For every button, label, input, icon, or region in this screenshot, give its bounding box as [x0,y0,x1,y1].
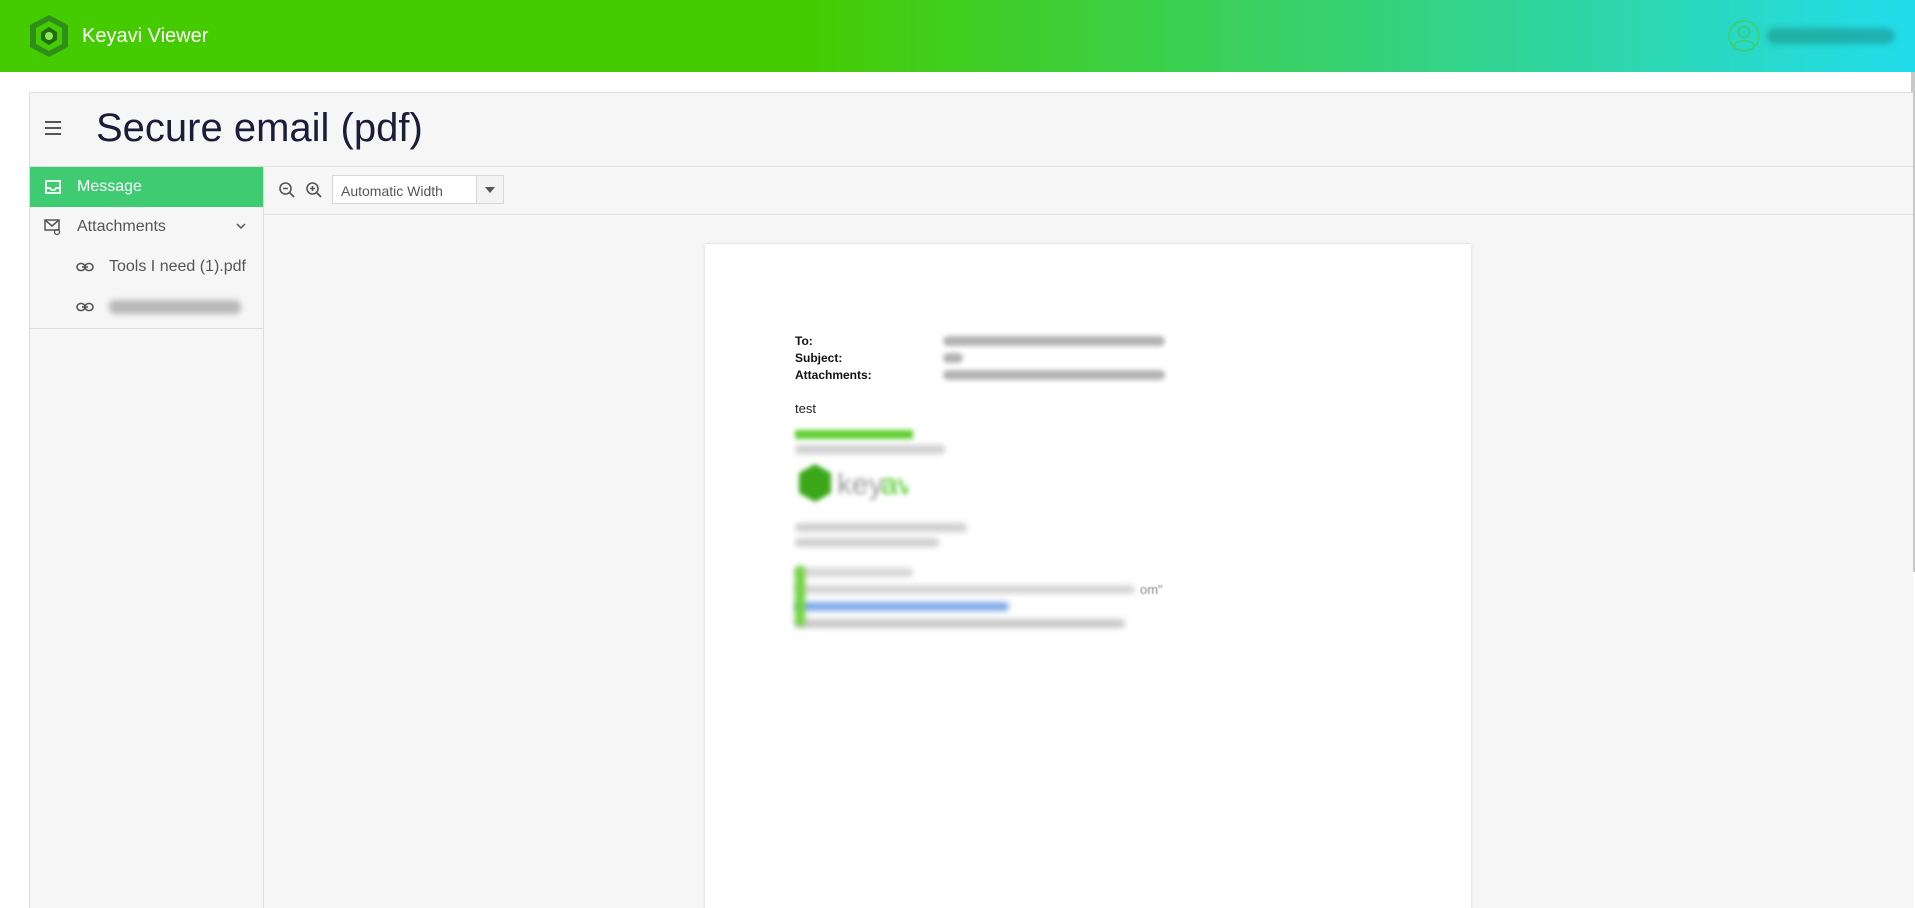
sidebar-item-message[interactable]: Message [30,167,263,207]
zoom-select[interactable]: Automatic Width [332,175,504,204]
app-header: Keyavi Viewer [0,0,1915,72]
svg-text:avi: avi [881,468,908,501]
mail-attachment-icon [44,219,61,235]
zoom-in-icon[interactable] [305,181,323,199]
pdf-page: To: Subject: Attachments: test key avi o… [705,244,1471,908]
signature-name-redacted [795,430,913,439]
page-title: Secure email (pdf) [96,106,423,150]
subject-value-redacted [943,353,963,363]
page-header: Secure email (pdf) [30,93,1913,167]
signature-tail-text: om" [1140,582,1163,597]
signature-tagline-redacted [795,523,967,532]
zoom-out-icon[interactable] [278,181,296,199]
signature-email-redacted [795,585,1135,594]
sidebar-item-label: Attachments [77,218,166,235]
sidebar: Message Attachments Tools I need (1).pdf [30,167,264,908]
user-menu[interactable] [1727,16,1895,56]
attachments-label: Attachments: [795,368,872,382]
sidebar-divider [30,328,263,329]
email-body: test [795,401,816,416]
inbox-icon [45,180,61,194]
pdf-viewer[interactable]: To: Subject: Attachments: test key avi o… [264,215,1913,908]
signature-link-redacted [795,602,1009,611]
app-name: Keyavi Viewer [82,24,209,47]
link-icon [76,262,94,272]
signature-phone-redacted [795,568,913,577]
dropdown-arrow-icon[interactable] [476,176,503,203]
zoom-select-value: Automatic Width [341,183,443,199]
svg-text:key: key [837,468,884,501]
signature-icons-redacted [795,566,805,626]
sidebar-item-label: Message [77,178,142,195]
hamburger-menu-icon[interactable] [45,121,61,135]
signature-website-redacted [795,619,1125,628]
user-circle-icon [1728,20,1760,52]
link-icon [76,302,94,312]
signature-tagline-redacted [795,538,939,547]
brand[interactable]: Keyavi Viewer [26,12,208,60]
signature-role-redacted [795,445,945,454]
attachment-name-redacted [109,300,241,314]
attachment-link[interactable] [30,287,263,327]
main-frame: Secure email (pdf) Message Attachments T… [29,92,1913,908]
pdf-toolbar: Automatic Width [264,167,1913,215]
attachment-link[interactable]: Tools I need (1).pdf [30,247,263,287]
sidebar-item-attachments[interactable]: Attachments [30,207,263,247]
attachments-value-redacted [943,370,1165,380]
subject-label: Subject: [795,351,843,365]
to-label: To: [795,334,813,348]
chevron-down-icon[interactable] [235,220,247,232]
user-email-redacted [1767,28,1895,44]
keyavi-signature-logo: key avi [799,464,908,502]
keyavi-logo-icon [30,15,68,57]
attachment-name: Tools I need (1).pdf [109,258,246,275]
to-value-redacted [943,336,1165,346]
